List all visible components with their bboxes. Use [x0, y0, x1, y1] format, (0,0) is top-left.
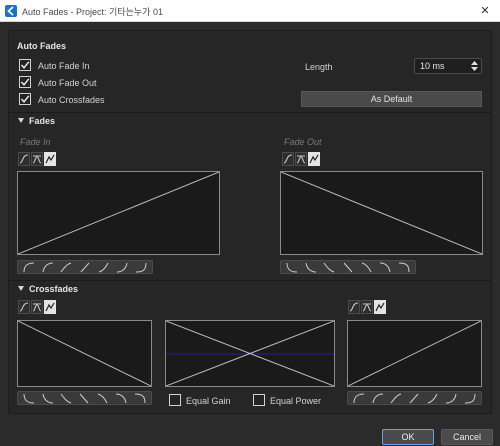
- crossfade-combined-display[interactable]: [165, 320, 335, 387]
- preset-curve-4-icon[interactable]: [405, 392, 423, 404]
- crossfades-title: Crossfades: [29, 284, 79, 294]
- preset-curve-2-icon[interactable]: [39, 261, 58, 273]
- preset-curve-7-icon[interactable]: [394, 261, 413, 273]
- spline-curve-icon[interactable]: [348, 300, 360, 314]
- preset-curve-6-icon[interactable]: [113, 261, 132, 273]
- preset-curve-1-icon[interactable]: [20, 261, 39, 273]
- preset-curve-4-icon[interactable]: [76, 261, 95, 273]
- checkmark-icon: [20, 61, 30, 69]
- window-title: Auto Fades - Project: 기타는누가 01: [22, 7, 163, 17]
- title-bar: Auto Fades - Project: 기타는누가 01 ✕: [0, 0, 500, 22]
- fades-title: Fades: [29, 116, 56, 126]
- preset-curve-7-icon[interactable]: [131, 392, 149, 404]
- preset-curve-7-icon[interactable]: [461, 392, 479, 404]
- crossfades-section-header[interactable]: Crossfades: [18, 284, 78, 294]
- crossfade-out-presets: [17, 391, 152, 405]
- spin-arrows-icon[interactable]: [471, 60, 478, 72]
- fade-in-presets: [17, 260, 153, 274]
- auto-fade-in-label: Auto Fade In: [38, 61, 90, 71]
- auto-fade-in-checkbox[interactable]: [19, 59, 31, 71]
- preset-curve-7-icon[interactable]: [131, 261, 150, 273]
- fade-out-curve: [281, 172, 482, 254]
- crossfade-out-mode-group: [18, 300, 57, 316]
- crossfade-in-presets: [347, 391, 482, 405]
- preset-curve-6-icon[interactable]: [376, 261, 395, 273]
- preset-curve-6-icon[interactable]: [112, 392, 130, 404]
- spline-curve-icon[interactable]: [282, 152, 294, 166]
- fades-section-header[interactable]: Fades: [18, 116, 55, 126]
- cancel-button[interactable]: Cancel: [441, 429, 493, 445]
- crossfade-combined-curves: [166, 321, 334, 386]
- collapse-triangle-icon: [18, 118, 24, 123]
- preset-curve-3-icon[interactable]: [57, 261, 76, 273]
- damped-spline-icon[interactable]: [31, 152, 43, 166]
- auto-fades-title: Auto Fades: [17, 41, 67, 51]
- equal-power-checkbox[interactable]: [253, 394, 265, 406]
- close-button[interactable]: ✕: [476, 4, 494, 18]
- preset-curve-4-icon[interactable]: [75, 392, 93, 404]
- fade-out-label: Fade Out: [284, 137, 322, 147]
- length-spinbox[interactable]: 10 ms: [414, 58, 482, 74]
- preset-curve-5-icon[interactable]: [94, 392, 112, 404]
- equal-gain-label: Equal Gain: [186, 396, 231, 406]
- preset-curve-3-icon[interactable]: [57, 392, 75, 404]
- divider: [9, 280, 491, 281]
- equal-gain-checkbox[interactable]: [169, 394, 181, 406]
- collapse-triangle-icon: [18, 286, 24, 291]
- fade-out-curve-display[interactable]: [280, 171, 483, 255]
- linear-curve-icon[interactable]: [44, 300, 56, 314]
- auto-fade-out-label: Auto Fade Out: [38, 78, 97, 88]
- auto-fade-out-checkbox[interactable]: [19, 76, 31, 88]
- spline-curve-icon[interactable]: [18, 300, 30, 314]
- equal-power-label: Equal Power: [270, 396, 322, 406]
- preset-curve-2-icon[interactable]: [38, 392, 56, 404]
- fade-out-mode-group: [282, 152, 321, 168]
- length-label: Length: [305, 62, 333, 72]
- linear-curve-icon[interactable]: [308, 152, 320, 166]
- preset-curve-1-icon[interactable]: [350, 392, 368, 404]
- divider: [9, 112, 491, 113]
- crossfade-in-mode-group: [348, 300, 387, 316]
- linear-curve-icon[interactable]: [374, 300, 386, 314]
- crossfade-out-curve-display[interactable]: [17, 320, 152, 387]
- fade-in-curve-display[interactable]: [17, 171, 220, 255]
- checkmark-icon: [20, 78, 30, 86]
- preset-curve-6-icon[interactable]: [442, 392, 460, 404]
- spline-curve-icon[interactable]: [18, 152, 30, 166]
- preset-curve-5-icon[interactable]: [424, 392, 442, 404]
- preset-curve-1-icon[interactable]: [283, 261, 302, 273]
- auto-crossfades-label: Auto Crossfades: [38, 95, 105, 105]
- preset-curve-3-icon[interactable]: [387, 392, 405, 404]
- auto-crossfades-checkbox[interactable]: [19, 93, 31, 105]
- fade-in-curve: [18, 172, 219, 254]
- ok-button[interactable]: OK: [382, 429, 434, 445]
- app-icon: [5, 5, 17, 17]
- fade-in-label: Fade In: [20, 137, 51, 147]
- linear-curve-icon[interactable]: [44, 152, 56, 166]
- preset-curve-2-icon[interactable]: [302, 261, 321, 273]
- crossfade-in-curve-display[interactable]: [347, 320, 482, 387]
- preset-curve-4-icon[interactable]: [339, 261, 358, 273]
- damped-spline-icon[interactable]: [31, 300, 43, 314]
- length-value: 10 ms: [420, 61, 445, 71]
- preset-curve-3-icon[interactable]: [320, 261, 339, 273]
- as-default-button[interactable]: As Default: [301, 91, 482, 107]
- crossfade-out-curve: [18, 321, 151, 386]
- fade-in-mode-group: [18, 152, 57, 168]
- checkmark-icon: [20, 95, 30, 103]
- preset-curve-1-icon[interactable]: [20, 392, 38, 404]
- preset-curve-2-icon[interactable]: [368, 392, 386, 404]
- fade-out-presets: [280, 260, 416, 274]
- preset-curve-5-icon[interactable]: [94, 261, 113, 273]
- damped-spline-icon[interactable]: [361, 300, 373, 314]
- preset-curve-5-icon[interactable]: [357, 261, 376, 273]
- damped-spline-icon[interactable]: [295, 152, 307, 166]
- crossfade-in-curve: [348, 321, 481, 386]
